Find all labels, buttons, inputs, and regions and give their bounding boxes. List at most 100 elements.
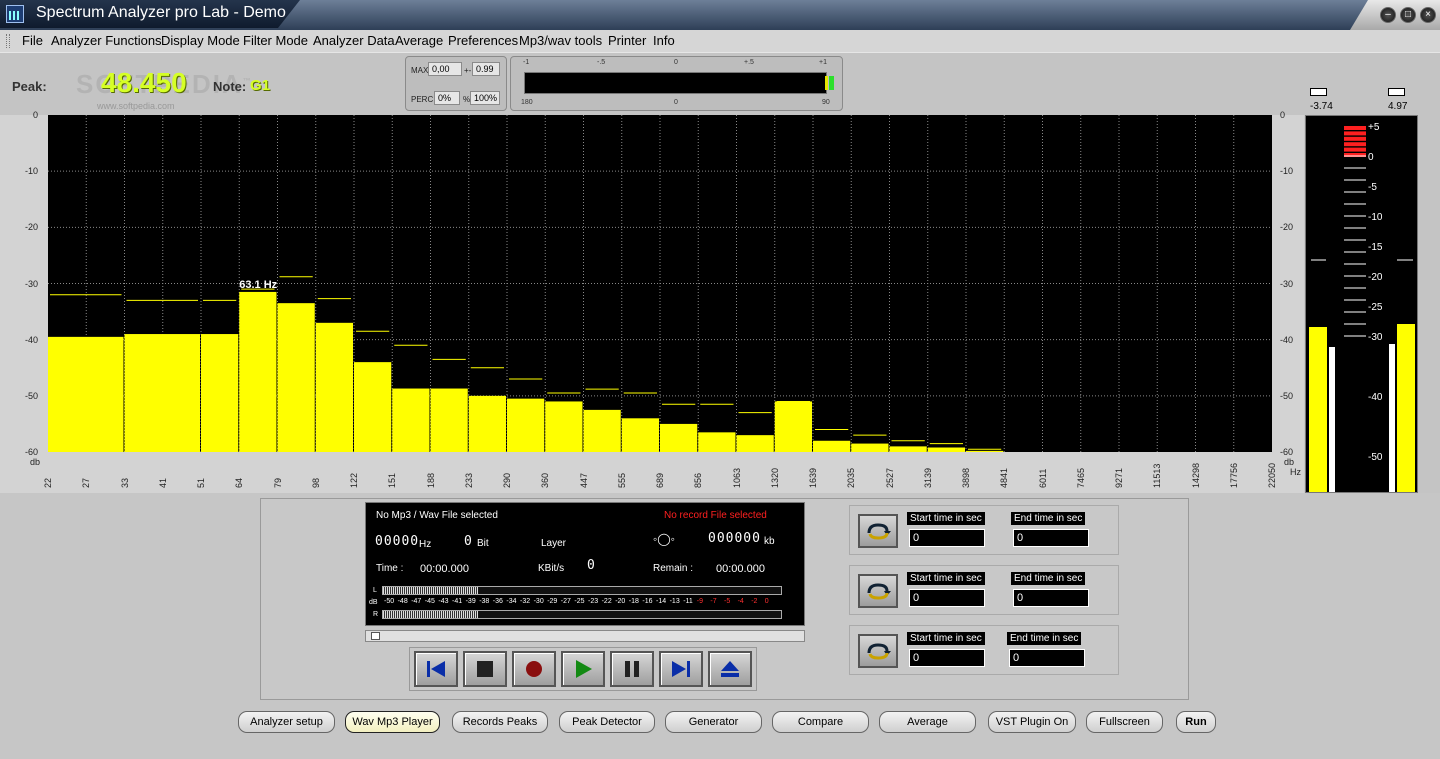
tuning-meter-yellow: [825, 76, 828, 90]
db-scale-label: -25: [574, 598, 584, 605]
x-axis-tick: 51: [196, 478, 206, 488]
y-axis-unit: db: [1284, 457, 1294, 467]
x-axis-tick: 2527: [885, 468, 895, 488]
spectrum-bar: [813, 441, 850, 452]
spectrum-bar: [239, 292, 276, 452]
average-button[interactable]: Average: [879, 711, 976, 733]
fullscreen-button[interactable]: Fullscreen: [1086, 711, 1163, 733]
x-axis-tick: 856: [693, 473, 703, 488]
eject-button[interactable]: [708, 651, 752, 687]
close-button[interactable]: ×: [1420, 7, 1436, 23]
y-axis-unit: db: [30, 457, 40, 467]
title-bar: Spectrum Analyzer pro Lab - Demo – □ ×: [0, 0, 1440, 30]
wav-mp3-player-button[interactable]: Wav Mp3 Player: [345, 711, 440, 733]
y-axis-tick: -10: [1280, 166, 1293, 176]
kbits-value: 0: [587, 558, 596, 573]
menu-file[interactable]: File: [22, 33, 43, 48]
menu-filter-mode[interactable]: Filter Mode: [243, 33, 308, 48]
record-button[interactable]: [512, 651, 556, 687]
spectrum-bar: [354, 362, 391, 452]
pause-icon: [623, 660, 641, 678]
start-time-label: Start time in sec: [907, 512, 985, 525]
right-level-bar: [1397, 324, 1415, 493]
end-time-input[interactable]: 0: [1013, 529, 1089, 547]
compare-button[interactable]: Compare: [772, 711, 869, 733]
start-time-input[interactable]: 0: [909, 649, 985, 667]
meter-segment-red: [1344, 142, 1366, 146]
db-scale-label: -9: [697, 598, 703, 605]
meter-segment-red: [1344, 137, 1366, 141]
vu-tick: +1: [819, 59, 827, 66]
seek-handle[interactable]: [371, 632, 380, 640]
generator-button[interactable]: Generator: [665, 711, 762, 733]
x-axis-tick: 188: [426, 473, 436, 488]
start-time-input[interactable]: 0: [909, 529, 985, 547]
play-icon: [573, 659, 593, 679]
spectrum-bar: [660, 424, 697, 452]
db-scale-label: -5: [724, 598, 730, 605]
menu-mp3-wav-tools[interactable]: Mp3/wav tools: [519, 33, 602, 48]
start-time-label: Start time in sec: [907, 632, 985, 645]
x-axis-tick: 64: [234, 478, 244, 488]
loop-record-button[interactable]: [858, 514, 898, 548]
perc-value-field[interactable]: 0%: [434, 91, 460, 105]
spectrum-x-axis: 2227334151647998122151188233290360447555…: [48, 452, 1272, 493]
meter-label: -10: [1368, 212, 1383, 223]
spectrum-plot[interactable]: 63.1 Hz: [48, 115, 1272, 452]
db-scale-label: -27: [561, 598, 571, 605]
stop-button[interactable]: [463, 651, 507, 687]
meter-label: -30: [1368, 332, 1383, 343]
spectrum-bar: [737, 435, 774, 452]
y-axis-tick: -40: [1280, 335, 1293, 345]
end-time-input[interactable]: 0: [1009, 649, 1085, 667]
x-axis-tick: 122: [349, 473, 359, 488]
record-panel: Start time in sec 0 End time in sec 0: [849, 625, 1119, 675]
end-time-input[interactable]: 0: [1013, 589, 1089, 607]
seek-bar[interactable]: [365, 630, 805, 642]
minimize-button[interactable]: –: [1380, 7, 1396, 23]
end-time-label: End time in sec: [1011, 572, 1085, 585]
max-value-field[interactable]: 0,00: [428, 62, 462, 76]
menu-analyzer-functions[interactable]: Analyzer Functions: [51, 33, 162, 48]
kb-label: kb: [764, 536, 775, 547]
pause-button[interactable]: [610, 651, 654, 687]
left-peak-bar: [1329, 347, 1335, 493]
right-indicator-box: [1388, 88, 1405, 96]
tolerance-field[interactable]: 0.99: [472, 62, 500, 76]
menu-average[interactable]: Average: [395, 33, 443, 48]
start-time-input[interactable]: 0: [909, 589, 985, 607]
loop-record-button[interactable]: [858, 634, 898, 668]
previous-button[interactable]: [414, 651, 458, 687]
meter-label: +5: [1368, 122, 1380, 133]
menu-analyzer-data[interactable]: Analyzer Data: [313, 33, 395, 48]
play-button[interactable]: [561, 651, 605, 687]
layer-label: Layer: [541, 538, 566, 549]
db-scale-label: -50: [384, 598, 394, 605]
next-button[interactable]: [659, 651, 703, 687]
level-meter-svg: +50-5-10-15-20-25-30-40-50: [1306, 116, 1418, 493]
max-perc-panel: MAX 0,00 +- 0.99 PERC 0% % 100%: [405, 56, 507, 111]
run-button[interactable]: Run: [1176, 711, 1216, 733]
x-axis-tick: 1639: [808, 468, 818, 488]
menu-printer[interactable]: Printer: [608, 33, 646, 48]
menu-display-mode[interactable]: Display Mode: [161, 33, 240, 48]
analyzer-setup-button[interactable]: Analyzer setup: [238, 711, 335, 733]
menu-info[interactable]: Info: [653, 33, 675, 48]
bit-value: 0: [464, 534, 473, 549]
menu-preferences[interactable]: Preferences: [448, 33, 518, 48]
x-axis-tick: 3139: [923, 468, 933, 488]
perc-max-field[interactable]: 100%: [470, 91, 500, 105]
loop-record-button[interactable]: [858, 574, 898, 608]
db-scale-label: 0: [765, 598, 769, 605]
right-level-bar: [382, 610, 782, 619]
remain-label: Remain :: [653, 563, 693, 574]
maximize-button[interactable]: □: [1400, 7, 1416, 23]
left-level-bar: [1309, 327, 1327, 493]
records-peaks-button[interactable]: Records Peaks: [452, 711, 548, 733]
peak-detector-button[interactable]: Peak Detector: [559, 711, 655, 733]
y-axis-tick: -20: [1280, 222, 1293, 232]
player-area: No Mp3 / Wav File selected No record Fil…: [0, 493, 1440, 759]
watermark-url: www.softpedia.com: [97, 101, 175, 111]
db-scale-label: -2: [751, 598, 757, 605]
vst-plugin-button[interactable]: VST Plugin On: [988, 711, 1076, 733]
